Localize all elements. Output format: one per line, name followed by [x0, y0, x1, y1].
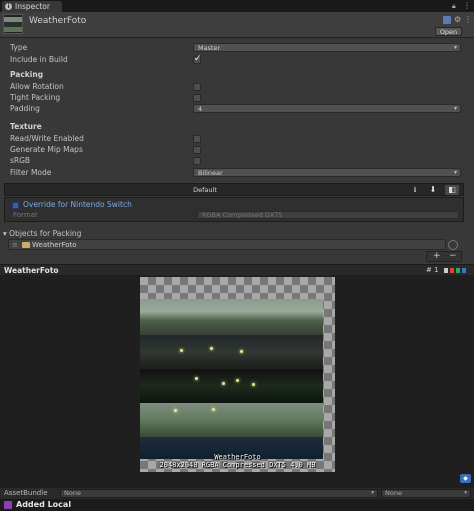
tab-bar: i Inspector 🔒︎ ⋮ [0, 0, 474, 12]
tight-packing-label: Tight Packing [10, 93, 61, 102]
include-in-build-label: Include in Build [10, 55, 68, 64]
read-write-checkbox[interactable] [193, 135, 201, 143]
lamp-light [222, 382, 225, 385]
switch-icon[interactable]: ◧ [445, 185, 459, 195]
asset-bundle-variant-dropdown[interactable]: None ▾ [381, 489, 471, 498]
info-icon: i [5, 3, 12, 10]
lamp-light [210, 347, 213, 350]
include-in-build-checkbox[interactable] [193, 54, 202, 64]
asset-name: WeatherFoto [29, 16, 87, 26]
mip-maps-checkbox[interactable] [193, 146, 201, 154]
list-controls: + − [426, 251, 462, 262]
format-value: RGBA Compressed DXT5 [202, 211, 283, 219]
platform-tabs: Default ⭳ ⬇ ◧ [4, 183, 464, 196]
sprite-slice [140, 369, 323, 403]
preview-area: WeatherFoto 2048x2048 RGBA Compressed DX… [0, 275, 474, 488]
chevron-down-icon: ▾ [453, 105, 457, 112]
tab-default[interactable]: Default [5, 186, 405, 194]
status-label: Added Local [16, 500, 72, 509]
remove-button[interactable]: − [449, 251, 457, 261]
sprite-slice [140, 403, 323, 437]
chevron-down-icon: ▾ [453, 169, 457, 176]
format-label: Format [13, 211, 38, 219]
filter-mode-dropdown[interactable]: Bilinear ▾ [193, 168, 461, 177]
asset-bundle-bar: AssetBundle None ▾ None ▾ [0, 488, 474, 499]
lamp-light [195, 377, 198, 380]
atlas-preview: WeatherFoto 2048x2048 RGBA Compressed DX… [140, 277, 335, 472]
object-name: WeatherFoto [32, 241, 77, 249]
padding-label: Padding [10, 104, 40, 113]
help-icon[interactable] [443, 16, 451, 24]
download-icon[interactable]: ⬇ [426, 185, 440, 195]
lock-icon[interactable]: 🔒︎ [452, 2, 459, 10]
tag-icon[interactable]: ◆ [460, 474, 471, 483]
blue-channel-icon[interactable] [462, 268, 466, 273]
tight-packing-checkbox[interactable] [193, 94, 201, 102]
asset-bundle-label: AssetBundle [4, 489, 48, 497]
preview-header: WeatherFoto # 1 [0, 264, 474, 275]
object-picker-icon[interactable] [448, 240, 458, 250]
red-channel-icon[interactable] [450, 268, 454, 273]
drag-handle-icon[interactable]: ≡ [12, 241, 18, 249]
objects-for-packing: ▾ Objects for Packing ≡ WeatherFoto + − [0, 226, 474, 264]
objects-header-label: Objects for Packing [9, 229, 82, 238]
lamp-light [252, 383, 255, 386]
open-button[interactable]: Open [435, 27, 462, 36]
mip-maps-label: Generate Mip Maps [10, 145, 83, 154]
allow-rotation-checkbox[interactable] [193, 83, 201, 91]
menu-icon[interactable]: ⋮ [463, 1, 471, 11]
override-checkbox[interactable] [12, 202, 19, 209]
override-label: Override for Nintendo Switch [23, 200, 132, 209]
status-bar: Added Local [0, 499, 474, 511]
green-channel-icon[interactable] [456, 268, 460, 273]
chevron-down-icon: ▾ [453, 44, 457, 51]
override-section: Override for Nintendo Switch Format RGBA… [4, 197, 464, 222]
settings-icon[interactable]: ⚙ [454, 15, 461, 24]
tab-inspector-label: Inspector [15, 2, 50, 11]
preview-image-details: 2048x2048 RGBA Compressed DXT5 4.0 MB [159, 461, 316, 469]
srgb-checkbox[interactable] [193, 157, 201, 165]
lamp-light [174, 409, 177, 412]
chevron-down-icon: ▾ [464, 490, 467, 496]
add-button[interactable]: + [433, 251, 441, 261]
list-item[interactable]: ≡ WeatherFoto [8, 239, 446, 250]
padding-value: 4 [198, 105, 203, 113]
download-icon[interactable]: ⭳ [408, 185, 422, 195]
asset-header: WeatherFoto ⚙ ⋮ Open [0, 12, 474, 38]
objects-header[interactable]: ▾ Objects for Packing [3, 229, 81, 238]
more-icon[interactable]: ⋮ [464, 15, 472, 24]
srgb-label: sRGB [10, 156, 31, 165]
folder-icon [22, 242, 30, 248]
lamp-light [240, 350, 243, 353]
tab-inspector[interactable]: i Inspector [2, 1, 62, 12]
rgb-channel-icon[interactable] [444, 268, 448, 273]
sprite-slice [140, 299, 323, 335]
preview-title: WeatherFoto [4, 266, 59, 275]
chevron-down-icon: ▾ [371, 490, 374, 496]
page-selector[interactable]: # 1 [426, 266, 439, 274]
version-control-icon [4, 501, 12, 509]
asset-bundle-name-value: None [64, 489, 81, 497]
asset-bundle-variant-value: None [385, 489, 402, 497]
filter-mode-value: Bilinear [198, 169, 223, 177]
allow-rotation-label: Allow Rotation [10, 82, 64, 91]
packing-header: Packing [10, 70, 44, 79]
asset-thumbnail [3, 14, 23, 34]
asset-bundle-name-dropdown[interactable]: None ▾ [60, 489, 378, 498]
lamp-light [236, 379, 239, 382]
preview-image-name: WeatherFoto [214, 453, 261, 461]
type-label: Type [10, 43, 28, 52]
type-dropdown[interactable]: Master ▾ [193, 43, 461, 52]
filter-mode-label: Filter Mode [10, 168, 52, 177]
format-dropdown[interactable]: RGBA Compressed DXT5 [197, 211, 459, 219]
padding-dropdown[interactable]: 4 ▾ [193, 104, 461, 113]
read-write-label: Read/Write Enabled [10, 134, 84, 143]
preview-info: WeatherFoto 2048x2048 RGBA Compressed DX… [140, 453, 335, 469]
type-value: Master [198, 44, 221, 52]
sprite-slice [140, 335, 323, 369]
lamp-light [212, 408, 215, 411]
texture-header: Texture [10, 122, 42, 131]
lamp-light [180, 349, 183, 352]
